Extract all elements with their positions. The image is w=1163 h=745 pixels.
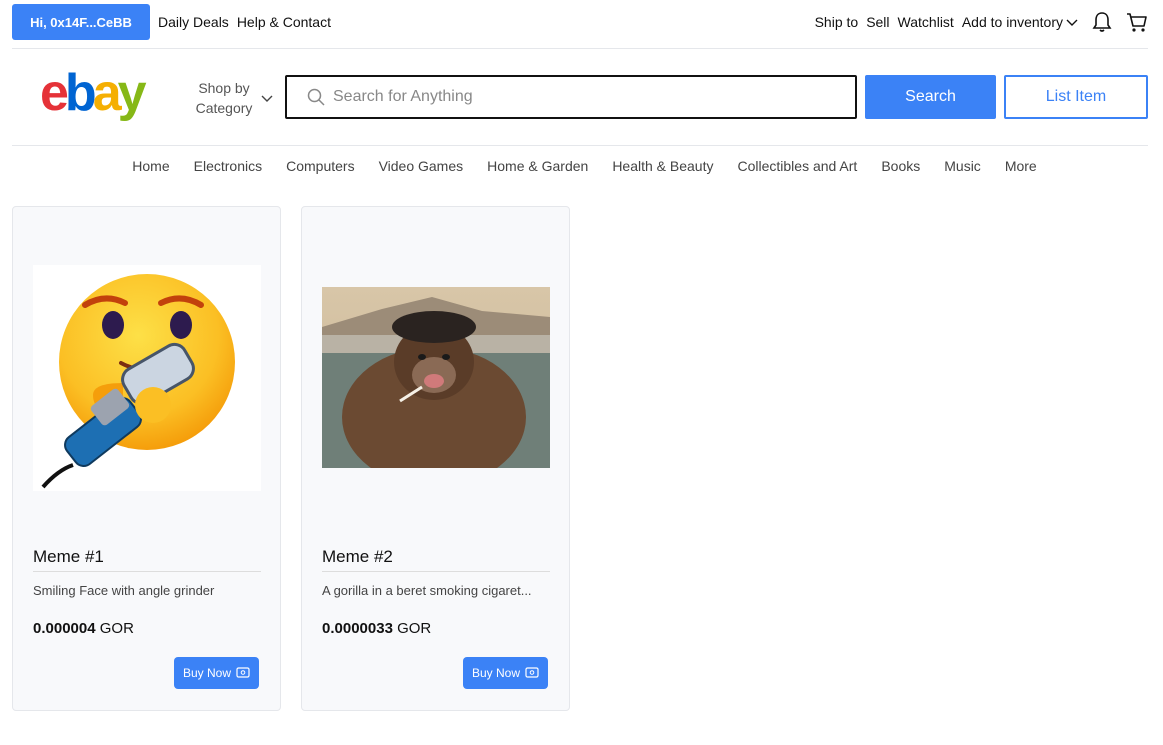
shop-by-category-dropdown[interactable]: Shop by Category	[195, 78, 277, 118]
product-title[interactable]: Meme #2	[322, 547, 550, 572]
smiling-face-angle-grinder-image[interactable]	[33, 265, 261, 491]
logo-letter-y: y	[118, 68, 147, 122]
product-title[interactable]: Meme #1	[33, 547, 261, 572]
price-value: 0.000004	[33, 620, 96, 637]
product-card[interactable]: Meme #2 A gorilla in a beret smoking cig…	[301, 206, 570, 711]
buy-now-label: Buy Now	[471, 666, 521, 680]
list-item-button[interactable]: List Item	[1004, 75, 1148, 119]
wallet-icon	[525, 667, 539, 679]
logo-letter-b: b	[65, 68, 95, 122]
bell-icon[interactable]	[1092, 11, 1112, 33]
add-to-inventory-label: Add to inventory	[961, 14, 1063, 30]
wallet-icon	[236, 667, 250, 679]
watchlist-link[interactable]: Watchlist	[898, 14, 954, 30]
price-currency: GOR	[397, 620, 432, 637]
nav-item-collectibles-art[interactable]: Collectibles and Art	[737, 158, 857, 180]
logo-letter-e: e	[40, 68, 68, 122]
product-price: 0.0000033 GOR	[322, 620, 431, 637]
chevron-down-icon	[261, 92, 273, 104]
search-icon	[307, 88, 325, 106]
svg-text:ebay: ebay	[40, 68, 147, 122]
product-card[interactable]: Meme #1 Smiling Face with angle grinder …	[12, 206, 281, 711]
ebay-logo[interactable]: ebay	[40, 64, 165, 126]
nav-item-music[interactable]: Music	[944, 158, 981, 180]
product-price: 0.000004 GOR	[33, 620, 134, 637]
product-description: A gorilla in a beret smoking cigaret...	[322, 583, 532, 598]
product-description: Smiling Face with angle grinder	[33, 583, 215, 598]
buy-now-button[interactable]: Buy Now	[463, 657, 548, 689]
buy-now-label: Buy Now	[182, 666, 232, 680]
nav-item-books[interactable]: Books	[881, 158, 920, 180]
price-currency: GOR	[99, 620, 134, 637]
ship-to-link[interactable]: Ship to	[815, 14, 859, 30]
nav-item-health-beauty[interactable]: Health & Beauty	[612, 158, 713, 180]
nav-item-home[interactable]: Home	[132, 158, 169, 180]
search-button[interactable]: Search	[865, 75, 996, 119]
search-box	[285, 75, 857, 119]
price-value: 0.0000033	[322, 620, 393, 637]
nav-item-home-garden[interactable]: Home & Garden	[487, 158, 588, 180]
chevron-down-icon	[1066, 16, 1078, 28]
help-contact-link[interactable]: Help & Contact	[237, 14, 331, 30]
nav-item-video-games[interactable]: Video Games	[379, 158, 464, 180]
add-to-inventory-dropdown[interactable]: Add to inventory	[962, 14, 1078, 30]
top-divider	[12, 48, 1148, 49]
daily-deals-link[interactable]: Daily Deals	[158, 14, 229, 30]
search-input[interactable]	[333, 88, 833, 106]
sell-link[interactable]: Sell	[866, 14, 889, 30]
top-right-links: Ship to Sell Watchlist Add to inventory	[815, 4, 1148, 40]
nav-item-computers[interactable]: Computers	[286, 158, 354, 180]
top-bar: Hi, 0x14F...CeBB Daily Deals Help & Cont…	[12, 4, 1148, 40]
gorilla-beret-cigarette-image[interactable]	[322, 287, 550, 468]
header-divider	[12, 145, 1148, 146]
nav-item-electronics[interactable]: Electronics	[194, 158, 262, 180]
buy-now-button[interactable]: Buy Now	[174, 657, 259, 689]
shop-by-category-label: Shop by Category	[195, 80, 253, 116]
nav-item-more[interactable]: More	[1005, 158, 1037, 180]
account-button[interactable]: Hi, 0x14F...CeBB	[12, 4, 150, 40]
cart-icon[interactable]	[1126, 11, 1148, 33]
category-nav: Home Electronics Computers Video Games H…	[0, 158, 1163, 180]
